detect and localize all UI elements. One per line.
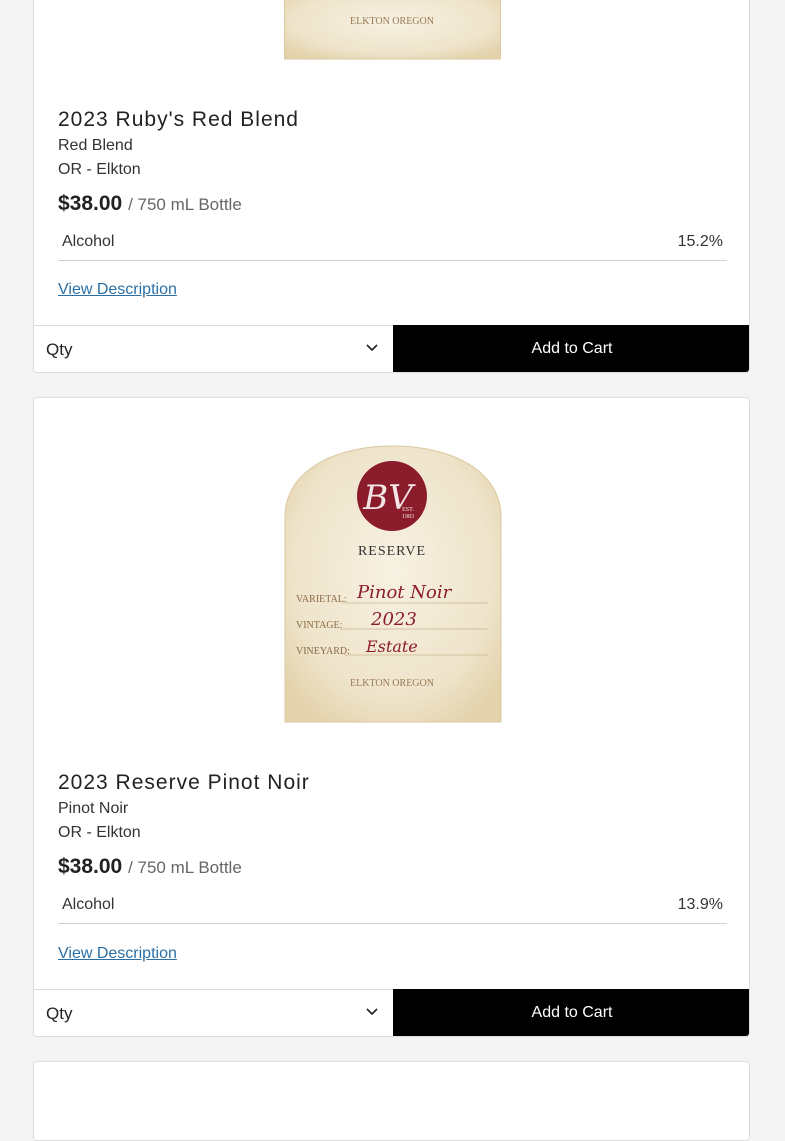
label-varietal-key: VARIETAL: (296, 594, 347, 605)
label-town: ELKTON OREGON (350, 16, 434, 27)
add-to-cart-button[interactable]: Add to Cart (393, 989, 749, 1036)
price-unit: / 750 mL Bottle (128, 858, 242, 877)
wine-label-image: BV EST. 1983 RESERVE VARIETAL: Pinot Noi… (284, 445, 502, 723)
label-est: EST. (402, 507, 414, 513)
attribute-key: Alcohol (62, 896, 115, 913)
chevron-down-icon (366, 344, 378, 352)
product-name: 2023 Ruby's Red Blend (58, 108, 299, 131)
label-vineyard-value: Estate (365, 637, 418, 656)
purchase-actions: Qty Add to Cart (34, 325, 749, 372)
label-vineyard-key: VINEYARD: (296, 646, 350, 657)
product-varietal: Red Blend (58, 137, 133, 154)
qty-select[interactable]: Qty (34, 990, 393, 1036)
product-name: 2023 Reserve Pinot Noir (58, 771, 310, 794)
label-varietal-value: Pinot Noir (356, 582, 453, 603)
qty-select[interactable]: Qty (34, 326, 393, 372)
label-est-year: 1983 (402, 514, 414, 520)
label-vintage-value: 2023 (370, 609, 417, 630)
attribute-value: 13.9% (677, 896, 723, 913)
view-description-link[interactable]: View Description (58, 281, 177, 299)
attribute-row: Alcohol 15.2% (58, 227, 727, 261)
product-card (33, 1061, 750, 1141)
price-amount: $38.00 (58, 192, 123, 215)
attribute-key: Alcohol (62, 233, 115, 250)
product-price: $38.00 / 750 mL Bottle (58, 855, 242, 879)
product-region: OR - Elkton (58, 824, 141, 841)
label-title: RESERVE (358, 544, 426, 559)
wine-label-image: ELKTON OREGON (284, 0, 501, 60)
chevron-down-icon (366, 1008, 378, 1016)
add-to-cart-button[interactable]: Add to Cart (393, 325, 749, 372)
purchase-actions: Qty Add to Cart (34, 989, 749, 1036)
product-varietal: Pinot Noir (58, 800, 129, 817)
label-town: ELKTON OREGON (350, 678, 434, 689)
qty-label: Qty (46, 340, 73, 359)
product-price: $38.00 / 750 mL Bottle (58, 192, 242, 216)
price-unit: / 750 mL Bottle (128, 195, 242, 214)
attribute-row: Alcohol 13.9% (58, 890, 727, 924)
product-card: ELKTON OREGON 2023 Ruby's Red Blend Red … (33, 0, 750, 373)
view-description-link[interactable]: View Description (58, 945, 177, 963)
qty-label: Qty (46, 1004, 73, 1023)
product-region: OR - Elkton (58, 161, 141, 178)
product-card: BV EST. 1983 RESERVE VARIETAL: Pinot Noi… (33, 397, 750, 1037)
label-vintage-key: VINTAGE: (296, 620, 342, 631)
price-amount: $38.00 (58, 855, 123, 878)
attribute-value: 15.2% (677, 233, 723, 250)
